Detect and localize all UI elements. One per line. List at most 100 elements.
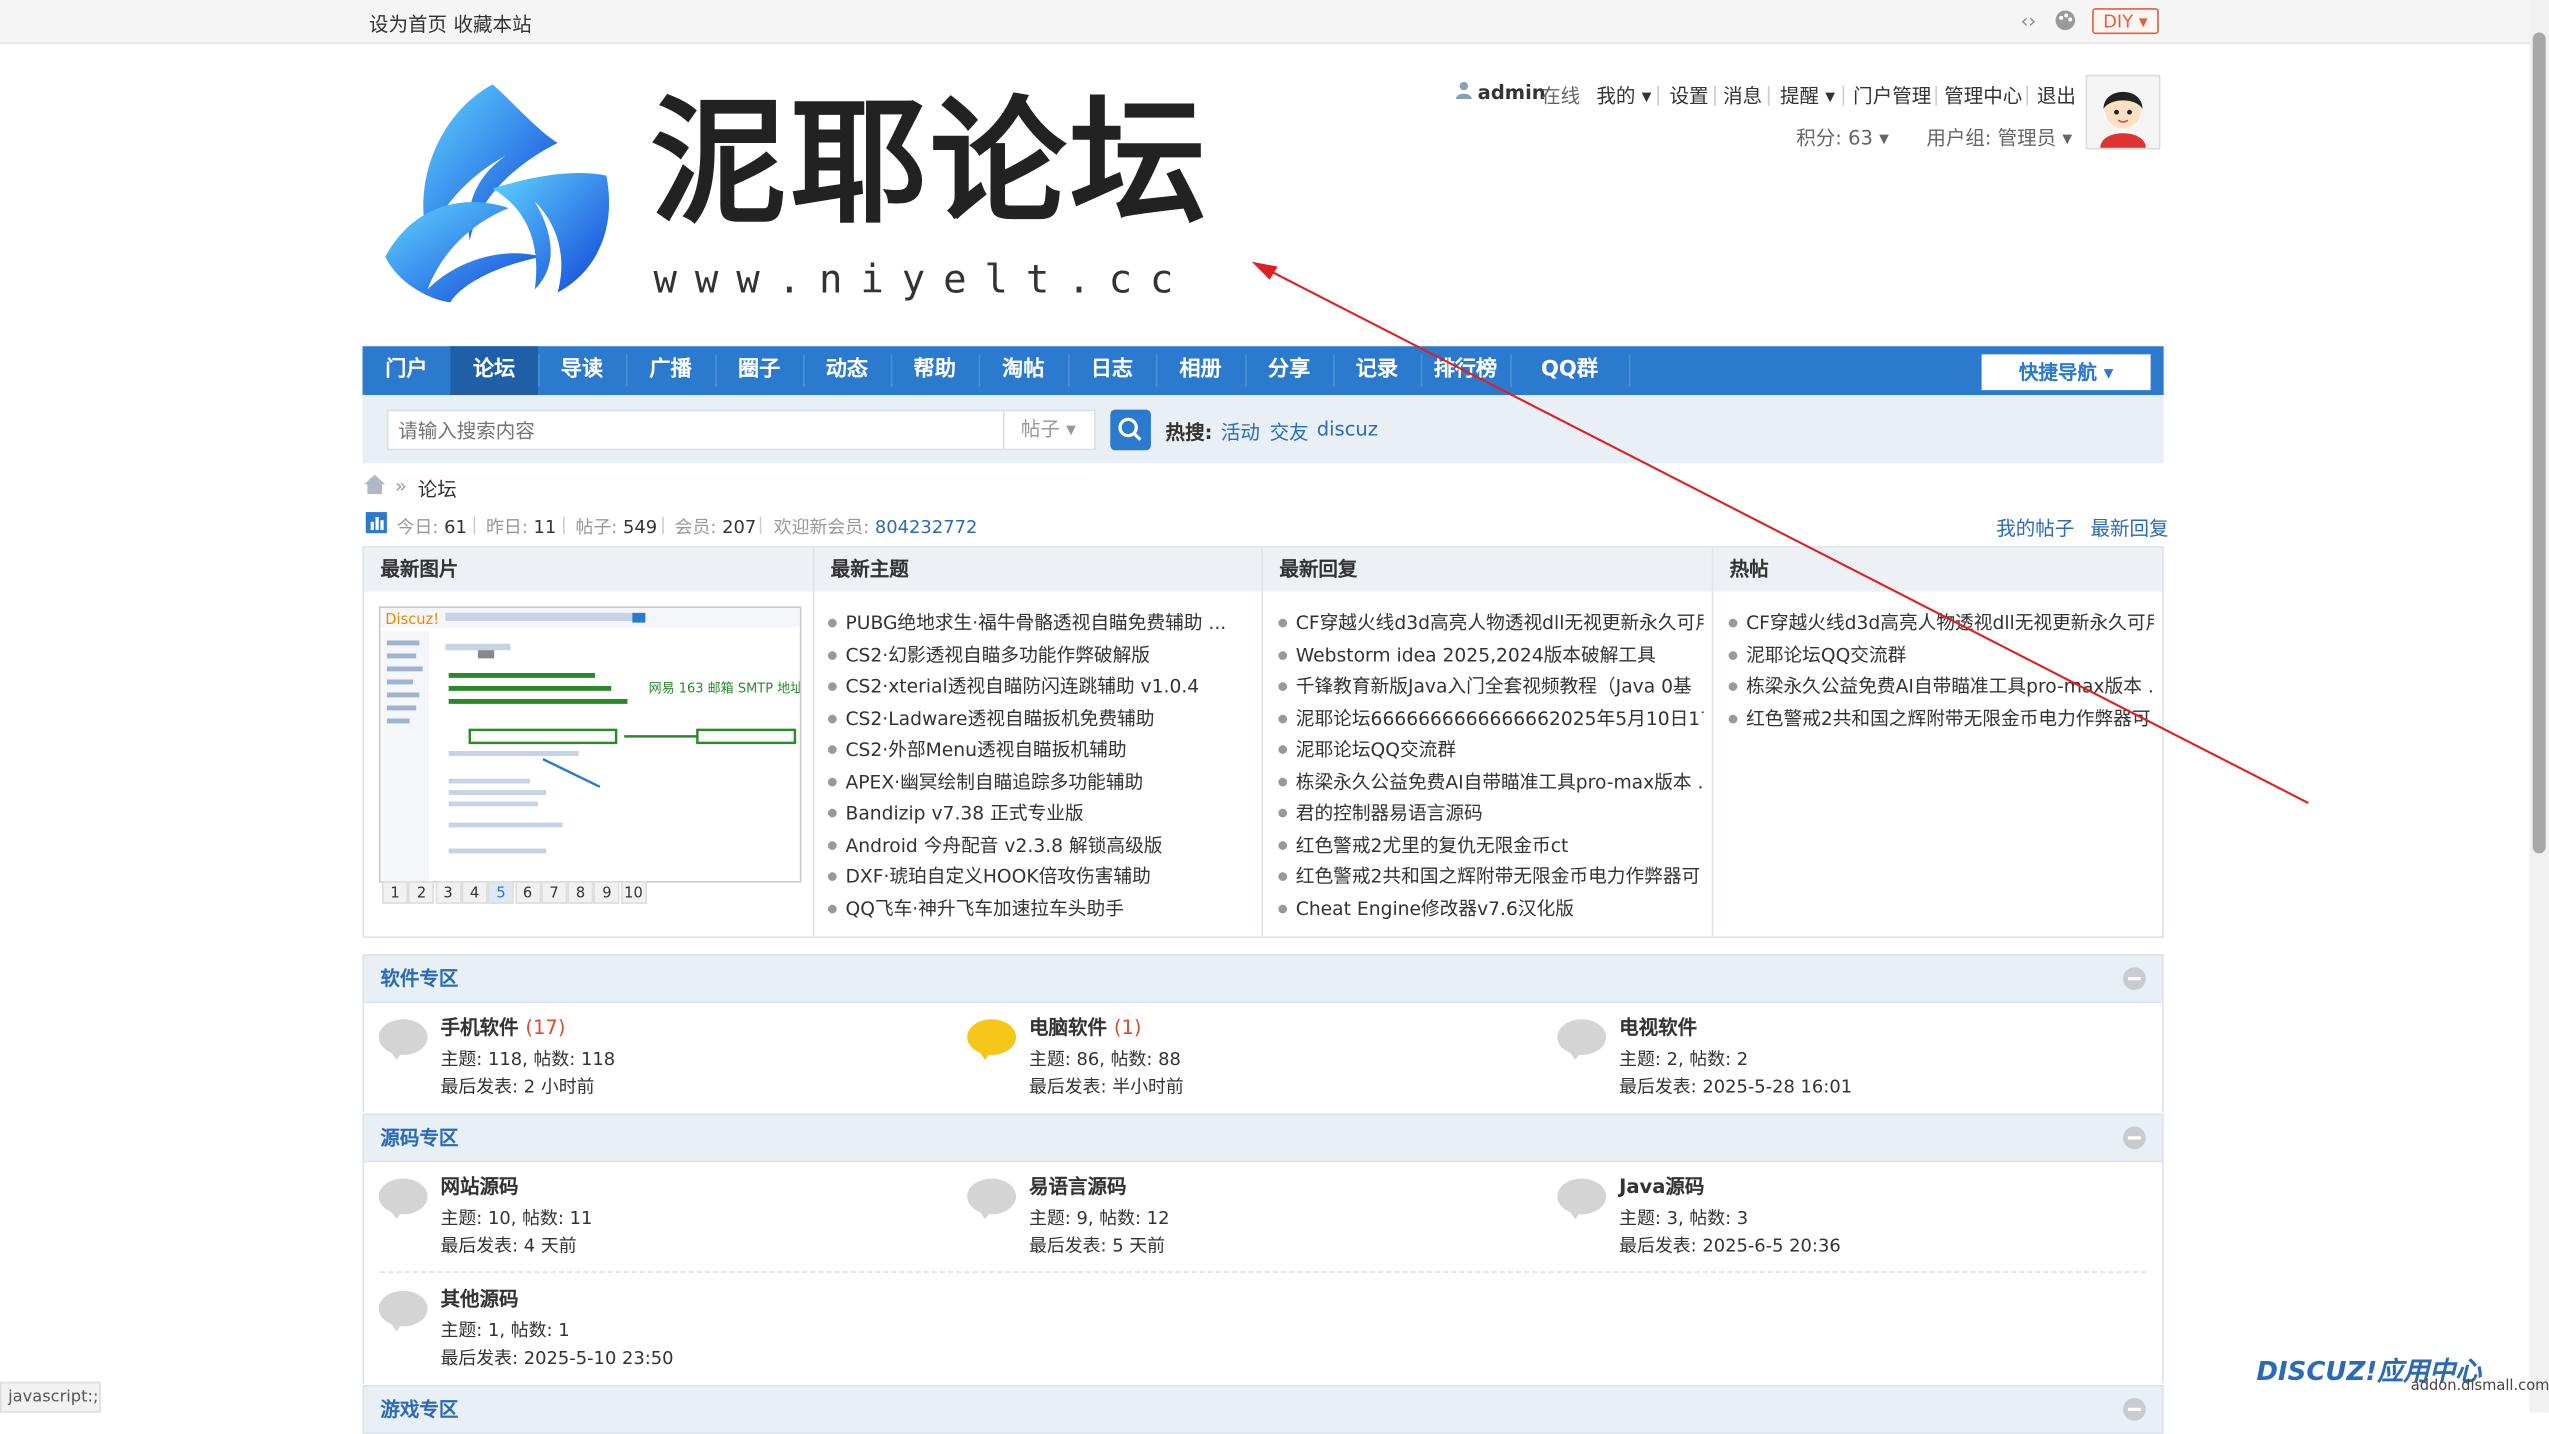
code-icon[interactable]: ‹› <box>2021 10 2037 33</box>
messages-link[interactable]: 消息 <box>1723 81 1762 109</box>
forum-name-link[interactable]: 网站源码 <box>441 1172 519 1200</box>
forum-last-post[interactable]: 最后发表: 2025-5-10 23:50 <box>441 1344 674 1370</box>
usergroup-menu[interactable]: 用户组: 管理员 ▾ <box>1926 124 2072 152</box>
hot-post-link[interactable]: 栋梁永久公益免费AI自带瞄准工具pro-max版本 ... <box>1728 673 2154 699</box>
topic-link[interactable]: CS2·幻影透视自瞄多功能作弊破解版 <box>827 641 1253 667</box>
reply-link[interactable]: 栋梁永久公益免费AI自带瞄准工具pro-max版本 ... <box>1278 768 1704 794</box>
forum-last-post[interactable]: 最后发表: 2025-5-28 16:01 <box>1619 1073 1852 1099</box>
hot-post-link[interactable]: 泥耶论坛QQ交流群 <box>1728 641 2154 667</box>
forum-name-link[interactable]: Java源码 <box>1619 1172 1704 1200</box>
set-homepage-link[interactable]: 设为首页 <box>369 10 447 38</box>
newest-member-link[interactable]: 804232772 <box>875 517 977 538</box>
image-page-button[interactable]: 6 <box>514 881 541 904</box>
topic-link[interactable]: Bandizip v7.38 正式专业版 <box>827 800 1253 826</box>
admin-center-link[interactable]: 管理中心 <box>1944 81 2022 109</box>
nav-item[interactable]: 排行榜 <box>1421 346 1510 395</box>
search-input[interactable] <box>386 409 1005 451</box>
nav-item[interactable]: 动态 <box>803 346 891 395</box>
settings-link[interactable]: 设置 <box>1669 81 1708 109</box>
image-page-button[interactable]: 3 <box>435 881 462 904</box>
nav-item[interactable]: 相册 <box>1156 346 1245 395</box>
search-type-select[interactable]: 帖子 ▾ <box>1004 409 1096 451</box>
reply-link[interactable]: 千锋教育新版Java入门全套视频教程（Java 0基 <box>1278 673 1704 699</box>
palette-icon[interactable] <box>2055 10 2076 36</box>
topic-link[interactable]: Android 今舟配音 v2.3.8 解锁高级版 <box>827 831 1253 857</box>
nav-item[interactable]: 日志 <box>1068 346 1156 395</box>
nav-item[interactable]: 门户 <box>363 346 451 395</box>
forum-last-post[interactable]: 最后发表: 2 小时前 <box>441 1073 595 1099</box>
forum-last-post[interactable]: 最后发表: 4 天前 <box>441 1232 577 1258</box>
reply-link[interactable]: CF穿越火线d3d高亮人物透视dll无视更新永久可用 <box>1278 610 1704 636</box>
collapse-icon[interactable] <box>2123 967 2146 990</box>
nav-item[interactable]: 淘帖 <box>979 346 1068 395</box>
topic-link[interactable]: CS2·外部Menu透视自瞄扳机辅助 <box>827 736 1253 762</box>
forum-name-link[interactable]: 易语言源码 <box>1029 1172 1127 1200</box>
portal-admin-link[interactable]: 门户管理 <box>1853 81 1931 109</box>
topic-link[interactable]: PUBG绝地求生·福牛骨骼透视自瞄免费辅助 ... <box>827 610 1253 636</box>
my-menu[interactable]: 我的 ▾ <box>1596 81 1651 109</box>
hot-search-link[interactable]: discuz <box>1317 418 1378 441</box>
nav-item[interactable]: 论坛 <box>450 346 539 396</box>
credits-menu[interactable]: 积分: 63 ▾ <box>1796 124 1889 152</box>
nav-item[interactable]: 记录 <box>1333 346 1421 395</box>
page-scrollbar[interactable] <box>2529 0 2549 1413</box>
topic-link[interactable]: CS2·xterial透视自瞄防闪连跳辅助 v1.0.4 <box>827 673 1253 699</box>
quick-nav-button[interactable]: 快捷导航 ▾ <box>1981 354 2151 391</box>
latest-image-thumbnail[interactable]: Discuz! 网易 163 邮箱 SMTP 地址 <box>378 606 802 883</box>
forum-name-link[interactable]: 电脑软件 (1) <box>1029 1013 1141 1041</box>
forum-last-post[interactable]: 最后发表: 5 天前 <box>1029 1232 1165 1258</box>
hot-search-link[interactable]: 活动 <box>1221 418 1260 446</box>
section-header-games[interactable]: 游戏专区 <box>362 1385 2164 1434</box>
bookmark-link[interactable]: 收藏本站 <box>454 10 532 38</box>
search-button[interactable] <box>1110 409 1151 451</box>
breadcrumb-current[interactable]: 论坛 <box>418 475 457 503</box>
reply-link[interactable]: Cheat Engine修改器v7.6汉化版 <box>1278 895 1704 921</box>
reply-link[interactable]: Webstorm idea 2025,2024版本破解工具 <box>1278 641 1704 667</box>
home-icon[interactable] <box>364 474 386 499</box>
nav-item[interactable]: 导读 <box>538 346 626 395</box>
section-header-software[interactable]: 软件专区 <box>362 954 2164 1003</box>
avatar[interactable] <box>2085 74 2161 150</box>
nav-item[interactable]: QQ群 <box>1510 346 1629 395</box>
forum-last-post[interactable]: 最后发表: 2025-6-5 20:36 <box>1619 1232 1841 1258</box>
topic-link[interactable]: APEX·幽冥绘制自瞄追踪多功能辅助 <box>827 768 1253 794</box>
hot-post-link[interactable]: CF穿越火线d3d高亮人物透视dll无视更新永久可用 <box>1728 610 2154 636</box>
image-page-button[interactable]: 1 <box>382 881 409 904</box>
scrollbar-thumb[interactable] <box>2532 32 2546 854</box>
image-page-button[interactable]: 5 <box>487 881 514 904</box>
hot-search-link[interactable]: 交友 <box>1270 418 1309 446</box>
collapse-icon[interactable] <box>2123 1398 2146 1421</box>
reply-link[interactable]: 红色警戒2共和国之辉附带无限金币电力作弊器可 <box>1278 863 1704 889</box>
image-page-button[interactable]: 10 <box>620 881 647 904</box>
topic-link[interactable]: DXF·琥珀自定义HOOK倍攻伤害辅助 <box>827 863 1253 889</box>
logo-emblem[interactable] <box>379 78 623 310</box>
latest-replies-link[interactable]: 最新回复 <box>2091 514 2169 542</box>
forum-last-post[interactable]: 最后发表: 半小时前 <box>1029 1073 1184 1099</box>
nav-item[interactable]: 帮助 <box>891 346 979 395</box>
section-header-source[interactable]: 源码专区 <box>362 1113 2164 1163</box>
nav-item[interactable]: 分享 <box>1245 346 1333 395</box>
forum-name-link[interactable]: 其他源码 <box>441 1284 519 1312</box>
image-page-button[interactable]: 7 <box>540 881 568 904</box>
reply-link[interactable]: 君的控制器易语言源码 <box>1278 800 1704 826</box>
reply-link[interactable]: 泥耶论坛6666666666666662025年5月10日17点50 <box>1278 705 1704 731</box>
image-page-button[interactable]: 8 <box>567 881 594 904</box>
image-page-button[interactable]: 2 <box>408 881 435 904</box>
reply-link[interactable]: 红色警戒2尤里的复仇无限金币ct <box>1278 831 1704 857</box>
logout-link[interactable]: 退出 <box>2037 81 2076 109</box>
topic-link[interactable]: CS2·Ladware透视自瞄扳机免费辅助 <box>827 705 1253 731</box>
remind-menu[interactable]: 提醒 ▾ <box>1780 81 1835 109</box>
diy-button[interactable]: DIY ▾ <box>2092 8 2159 35</box>
my-posts-link[interactable]: 我的帖子 <box>1996 514 2074 542</box>
nav-item[interactable]: 圈子 <box>715 346 803 395</box>
image-page-button[interactable]: 9 <box>593 881 620 904</box>
forum-name-link[interactable]: 电视软件 <box>1619 1013 1697 1041</box>
nav-item[interactable]: 广播 <box>626 346 715 395</box>
hot-post-link[interactable]: 红色警戒2共和国之辉附带无限金币电力作弊器可 <box>1728 705 2154 731</box>
forum-name-link[interactable]: 手机软件 (17) <box>441 1013 566 1041</box>
collapse-icon[interactable] <box>2123 1126 2146 1150</box>
username-link[interactable]: admin <box>1478 81 1546 104</box>
image-page-button[interactable]: 4 <box>461 881 488 904</box>
topic-link[interactable]: QQ飞车·神升飞车加速拉车头助手 <box>827 895 1253 921</box>
reply-link[interactable]: 泥耶论坛QQ交流群 <box>1278 736 1704 762</box>
